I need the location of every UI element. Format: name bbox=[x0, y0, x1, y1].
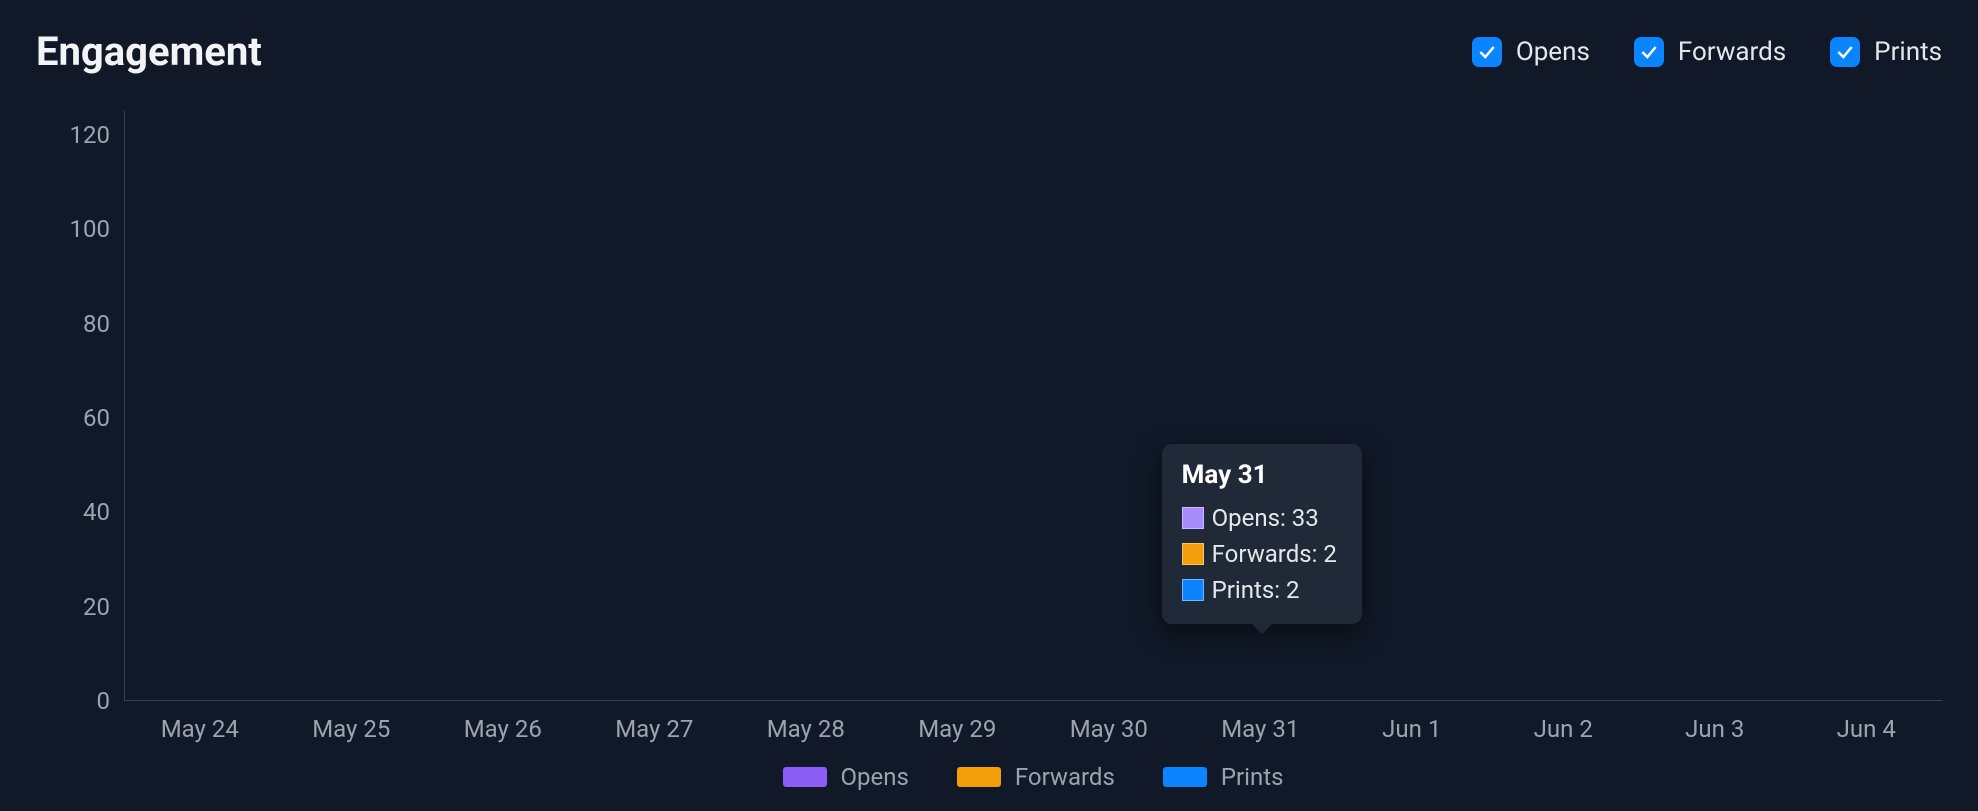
bar-slot[interactable] bbox=[428, 111, 579, 700]
tooltip-row-opens: Opens: 33 bbox=[1182, 500, 1342, 536]
tooltip-row-forwards: Forwards: 2 bbox=[1182, 536, 1342, 572]
x-tick: May 24 bbox=[124, 715, 276, 743]
chart-body: 120100806040200 May 31 Opens: 33Forwards… bbox=[36, 111, 1942, 701]
toggle-prints[interactable]: Prints bbox=[1830, 37, 1942, 67]
x-tick: May 25 bbox=[276, 715, 428, 743]
swatch-forwards-icon bbox=[957, 767, 1001, 787]
chart-header: Engagement Opens Forwards Prints bbox=[36, 28, 1942, 75]
bar-slot[interactable] bbox=[579, 111, 730, 700]
tooltip-swatch-forwards-icon bbox=[1182, 543, 1204, 565]
x-tick: May 29 bbox=[882, 715, 1034, 743]
legend-label-forwards: Forwards bbox=[1015, 763, 1115, 791]
check-icon bbox=[1477, 42, 1497, 62]
swatch-prints-icon bbox=[1163, 767, 1207, 787]
tooltip-title: May 31 bbox=[1182, 460, 1342, 490]
legend-label-prints: Prints bbox=[1221, 763, 1284, 791]
bars-container bbox=[125, 111, 1942, 700]
x-tick: Jun 4 bbox=[1791, 715, 1943, 743]
x-tick: May 28 bbox=[730, 715, 882, 743]
tooltip-label: Forwards: 2 bbox=[1212, 536, 1337, 572]
tooltip-row-prints: Prints: 2 bbox=[1182, 572, 1342, 608]
legend-label-opens: Opens bbox=[841, 763, 909, 791]
tooltip-swatch-opens-icon bbox=[1182, 507, 1204, 529]
legend-item-forwards[interactable]: Forwards bbox=[957, 763, 1115, 791]
y-axis: 120100806040200 bbox=[36, 111, 124, 701]
x-tick: May 26 bbox=[427, 715, 579, 743]
bar-slot[interactable] bbox=[125, 111, 276, 700]
plot-area[interactable]: May 31 Opens: 33Forwards: 2Prints: 2 bbox=[124, 111, 1942, 701]
bar-slot[interactable] bbox=[1791, 111, 1942, 700]
x-tick: Jun 1 bbox=[1336, 715, 1488, 743]
y-tick: 60 bbox=[83, 406, 110, 430]
y-tick: 100 bbox=[70, 217, 110, 241]
legend: Opens Forwards Prints bbox=[124, 763, 1942, 791]
toggle-opens[interactable]: Opens bbox=[1472, 37, 1590, 67]
bar-slot[interactable] bbox=[1488, 111, 1639, 700]
checkbox-forwards[interactable] bbox=[1634, 37, 1664, 67]
swatch-opens-icon bbox=[783, 767, 827, 787]
bar-slot[interactable] bbox=[731, 111, 882, 700]
check-icon bbox=[1639, 42, 1659, 62]
y-tick: 0 bbox=[97, 689, 111, 713]
series-toggles: Opens Forwards Prints bbox=[1472, 37, 1942, 67]
tooltip-label: Opens: 33 bbox=[1212, 500, 1319, 536]
check-icon bbox=[1835, 42, 1855, 62]
chart-wrap: 120100806040200 May 31 Opens: 33Forwards… bbox=[36, 111, 1942, 791]
x-tick: May 27 bbox=[579, 715, 731, 743]
bar-slot[interactable] bbox=[276, 111, 427, 700]
tooltip-label: Prints: 2 bbox=[1212, 572, 1300, 608]
checkbox-prints[interactable] bbox=[1830, 37, 1860, 67]
y-tick: 120 bbox=[70, 123, 110, 147]
x-axis: May 24May 25May 26May 27May 28May 29May … bbox=[124, 701, 1942, 743]
toggle-forwards[interactable]: Forwards bbox=[1634, 37, 1786, 67]
y-tick: 80 bbox=[83, 312, 110, 336]
legend-item-opens[interactable]: Opens bbox=[783, 763, 909, 791]
toggle-opens-label: Opens bbox=[1516, 37, 1590, 67]
legend-item-prints[interactable]: Prints bbox=[1163, 763, 1284, 791]
y-tick: 40 bbox=[83, 500, 110, 524]
toggle-forwards-label: Forwards bbox=[1678, 37, 1786, 67]
checkbox-opens[interactable] bbox=[1472, 37, 1502, 67]
tooltip-swatch-prints-icon bbox=[1182, 579, 1204, 601]
tooltip: May 31 Opens: 33Forwards: 2Prints: 2 bbox=[1162, 444, 1362, 624]
toggle-prints-label: Prints bbox=[1874, 37, 1942, 67]
x-tick: May 30 bbox=[1033, 715, 1185, 743]
bar-slot[interactable] bbox=[882, 111, 1033, 700]
engagement-chart-panel: Engagement Opens Forwards Prints bbox=[0, 0, 1978, 811]
page-title: Engagement bbox=[36, 28, 262, 75]
bar-slot[interactable] bbox=[1639, 111, 1790, 700]
x-tick: May 31 bbox=[1185, 715, 1337, 743]
x-tick: Jun 2 bbox=[1488, 715, 1640, 743]
y-tick: 20 bbox=[83, 595, 110, 619]
x-tick: Jun 3 bbox=[1639, 715, 1791, 743]
